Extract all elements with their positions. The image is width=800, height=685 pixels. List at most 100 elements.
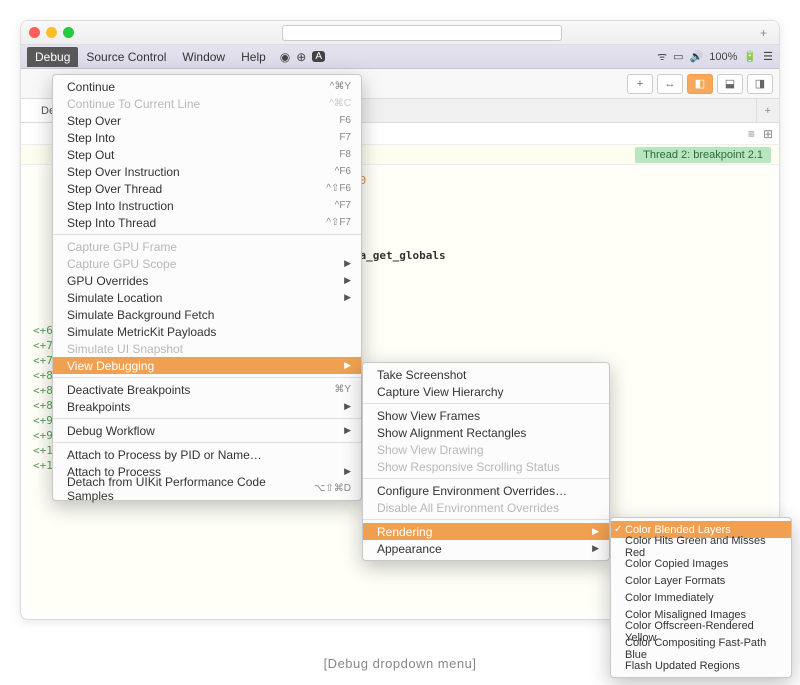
menu-item-label: Configure Environment Overrides… — [377, 484, 599, 498]
menu-item-label: Step Over — [67, 114, 319, 128]
menu-separator — [363, 519, 609, 520]
menu-item[interactable]: View Debugging▶ — [53, 357, 361, 374]
menu-item[interactable]: Continue^⌘Y — [53, 78, 361, 95]
add-icon[interactable]: ⊕ — [296, 50, 306, 64]
menu-item[interactable]: Simulate Location▶ — [53, 289, 361, 306]
menu-item-label: Disable All Environment Overrides — [377, 501, 599, 515]
menu-shortcut: ⌘Y — [334, 384, 351, 395]
minimize-icon[interactable] — [46, 27, 57, 38]
menu-item[interactable]: Capture View Hierarchy — [363, 383, 609, 400]
menu-item-label: Step Into — [67, 131, 319, 145]
menu-item-label: Capture GPU Frame — [67, 240, 351, 254]
menu-item[interactable]: Simulate MetricKit Payloads — [53, 323, 361, 340]
submenu-arrow-icon: ▶ — [344, 258, 351, 269]
menu-item-label: Continue To Current Line — [67, 97, 309, 111]
menu-item[interactable]: Rendering▶ — [363, 523, 609, 540]
menu-icon[interactable]: ☰ — [763, 50, 773, 63]
menu-item[interactable]: Step Over F6 — [53, 112, 361, 129]
menu-shortcut: ^F6 — [335, 166, 351, 177]
menu-item[interactable]: Step Into Thread^⇧F7 — [53, 214, 361, 231]
rendering-submenu: ✓Color Blended LayersColor Hits Green an… — [610, 517, 792, 678]
menu-shortcut: ^F7 — [335, 200, 351, 211]
list-icon[interactable]: ≡ — [748, 127, 755, 141]
menu-item-label: Take Screenshot — [377, 368, 599, 382]
menu-item[interactable]: Step Into Instruction ^F7 — [53, 197, 361, 214]
menu-item-label: Detach from UIKit Performance Code Sampl… — [67, 475, 294, 503]
menu-item[interactable]: Appearance▶ — [363, 540, 609, 557]
battery-percent: 100% — [709, 51, 737, 63]
menu-shortcut: ^⇧F7 — [326, 217, 351, 228]
menu-item-label: Simulate MetricKit Payloads — [67, 325, 351, 339]
menu-item-label: Step Into Instruction — [67, 199, 315, 213]
menu-shortcut: F7 — [339, 132, 351, 143]
menu-item[interactable]: Deactivate Breakpoints ⌘Y — [53, 381, 361, 398]
new-tab-button[interactable]: + — [756, 26, 771, 40]
menu-item-label: Show Responsive Scrolling Status — [377, 460, 599, 474]
menu-item-label: GPU Overrides — [67, 274, 324, 288]
volume-icon: 🔊 — [690, 50, 704, 63]
navigate-button[interactable]: ↔ — [657, 74, 683, 94]
view-debugging-submenu: Take Screenshot Capture View Hierarchy Sho… — [362, 362, 610, 561]
menu-item-label: View Debugging — [67, 359, 324, 373]
zoom-icon[interactable] — [63, 27, 74, 38]
menu-item-label: Simulate Background Fetch — [67, 308, 351, 322]
assistant-icon[interactable]: A — [312, 51, 325, 62]
menu-item[interactable]: Color Immediately — [611, 589, 791, 606]
menu-debug[interactable]: Debug — [27, 47, 78, 67]
menu-item[interactable]: Attach to Process by PID or Name… — [53, 446, 361, 463]
record-icon[interactable]: ◉ — [280, 50, 290, 64]
menu-item[interactable]: Breakpoints▶ — [53, 398, 361, 415]
menu-item-label: Show View Drawing — [377, 443, 599, 457]
menu-item[interactable]: Color Layer Formats — [611, 572, 791, 589]
menu-separator — [53, 377, 361, 378]
add-button[interactable]: + — [627, 74, 653, 94]
menu-item[interactable]: Debug Workflow▶ — [53, 422, 361, 439]
menu-item-label: Show Alignment Rectangles — [377, 426, 599, 440]
menu-item[interactable]: Color Compositing Fast-Path Blue — [611, 640, 791, 657]
left-panel-button[interactable]: ◧ — [687, 74, 713, 94]
menu-item-label: Capture View Hierarchy — [377, 385, 599, 399]
menu-item-label: Color Layer Formats — [625, 575, 781, 587]
menu-item: Disable All Environment Overrides — [363, 499, 609, 516]
menu-item[interactable]: Detach from UIKit Performance Code Sampl… — [53, 480, 361, 497]
menu-item-label: Deactivate Breakpoints — [67, 383, 314, 397]
battery-icon: 🔋 — [743, 50, 757, 63]
tab-add-button[interactable]: + — [756, 99, 779, 122]
menu-item[interactable]: Color Hits Green and Misses Red — [611, 538, 791, 555]
menu-shortcut: F8 — [339, 149, 351, 160]
menu-item-label: Simulate UI Snapshot — [67, 342, 351, 356]
menu-item-label: Step Over Thread — [67, 182, 306, 196]
menu-item: Continue To Current Line^⌘C — [53, 95, 361, 112]
menu-item: Show View Drawing — [363, 441, 609, 458]
menu-window[interactable]: Window — [174, 47, 233, 67]
menu-item[interactable]: Step OutF8 — [53, 146, 361, 163]
menu-item[interactable]: Step Over Thread^⇧F6 — [53, 180, 361, 197]
menu-help[interactable]: Help — [233, 47, 274, 67]
close-icon[interactable] — [29, 27, 40, 38]
check-icon: ✓ — [614, 524, 622, 535]
menu-item[interactable]: Step Over Instruction^F6 — [53, 163, 361, 180]
menu-source-control[interactable]: Source Control — [78, 47, 174, 67]
submenu-arrow-icon: ▶ — [344, 466, 351, 477]
submenu-arrow-icon: ▶ — [344, 401, 351, 412]
menu-item-label: Continue — [67, 80, 310, 94]
menu-item[interactable]: Take Screenshot — [363, 366, 609, 383]
menu-item[interactable]: Show Alignment Rectangles — [363, 424, 609, 441]
menu-shortcut: F6 — [339, 115, 351, 126]
bottom-panel-button[interactable]: ⬓ — [717, 74, 743, 94]
menu-separator — [363, 403, 609, 404]
menu-item[interactable]: Color Copied Images — [611, 555, 791, 572]
titlebar-field[interactable] — [282, 25, 562, 41]
layout-icon[interactable]: ⊞ — [763, 127, 773, 141]
titlebar: + — [21, 21, 779, 45]
menu-item-label: Rendering — [377, 525, 572, 539]
menu-item[interactable]: Step Into F7 — [53, 129, 361, 146]
menu-item-label: Debug Workflow — [67, 424, 324, 438]
right-panel-button[interactable]: ◨ — [747, 74, 773, 94]
menu-item[interactable]: Simulate Background Fetch — [53, 306, 361, 323]
menu-item[interactable]: GPU Overrides▶ — [53, 272, 361, 289]
menu-item[interactable]: Show View Frames — [363, 407, 609, 424]
menu-item[interactable]: Configure Environment Overrides… — [363, 482, 609, 499]
menu-item-label: Color Copied Images — [625, 558, 781, 570]
menu-separator — [53, 418, 361, 419]
